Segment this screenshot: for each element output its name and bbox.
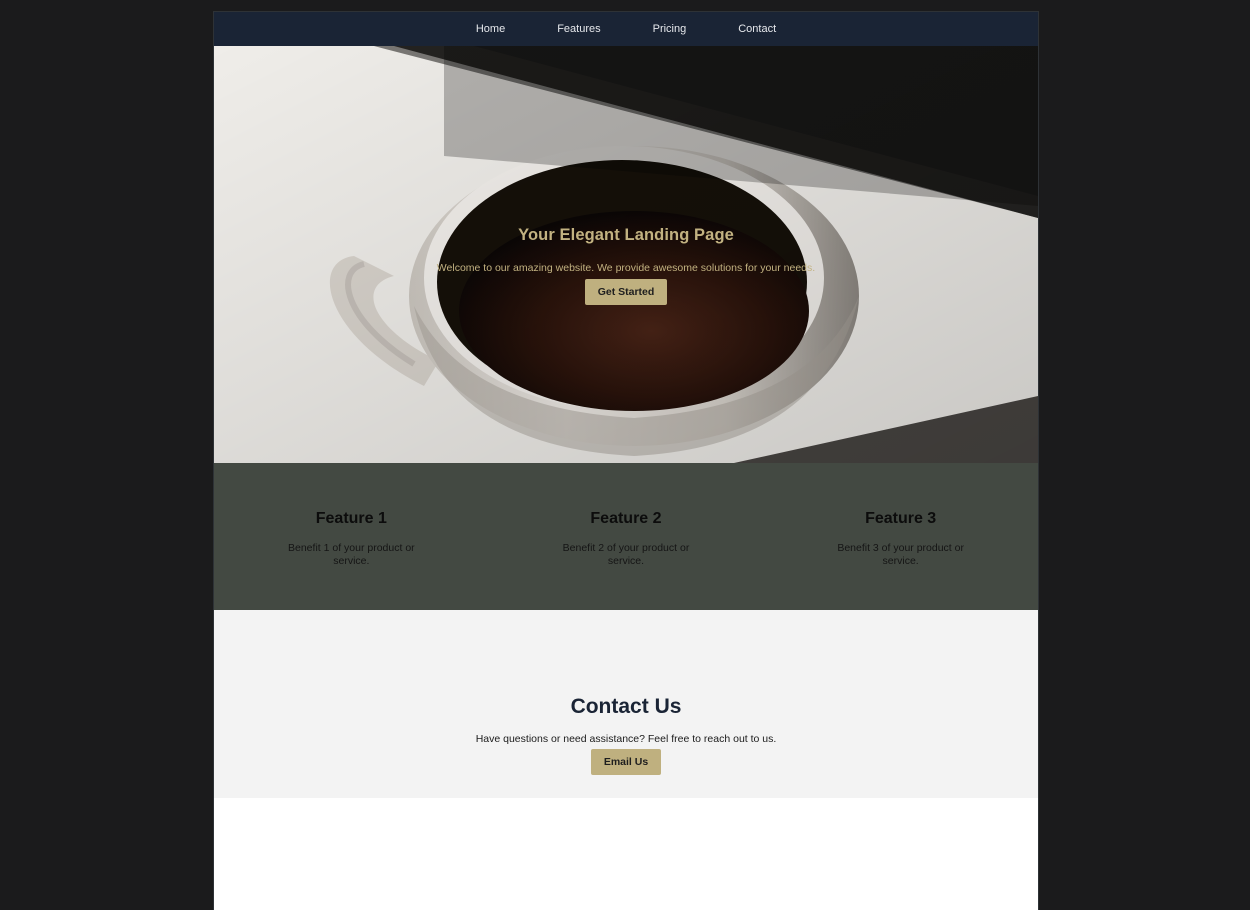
hero-title: Your Elegant Landing Page	[518, 226, 734, 244]
feature-text: Benefit 2 of your product or service.	[562, 542, 690, 567]
feature-title: Feature 1	[315, 510, 387, 527]
feature-card: Feature 1 Benefit 1 of your product or s…	[276, 463, 426, 610]
contact-title: Contact Us	[570, 695, 682, 718]
hero-section: Your Elegant Landing Page Welcome to our…	[214, 46, 1038, 463]
feature-title: Feature 3	[865, 510, 937, 527]
feature-text: Benefit 1 of your product or service.	[288, 542, 415, 567]
contact-text: Have questions or need assistance? Feel …	[475, 733, 777, 745]
feature-card: Feature 3 Benefit 3 of your product or s…	[826, 463, 976, 610]
feature-card: Feature 2 Benefit 2 of your product or s…	[551, 463, 701, 610]
feature-text: Benefit 3 of your product or service.	[837, 542, 964, 567]
features-section: Feature 1 Benefit 1 of your product or s…	[214, 463, 1038, 610]
hero-subtitle: Welcome to our amazing website. We provi…	[436, 262, 816, 274]
nav-home-link[interactable]: Home	[476, 23, 505, 35]
nav-features-link[interactable]: Features	[557, 23, 600, 35]
get-started-button[interactable]: Get Started	[584, 279, 668, 305]
nav-pricing-link[interactable]: Pricing	[653, 23, 687, 35]
email-us-button[interactable]: Email Us	[590, 749, 662, 775]
hero-content: Your Elegant Landing Page Welcome to our…	[214, 226, 1038, 305]
contact-section: Contact Us Have questions or need assist…	[214, 610, 1038, 798]
top-nav: Home Features Pricing Contact	[214, 12, 1038, 46]
page-frame: Home Features Pricing Contact Your Elega…	[213, 11, 1039, 910]
nav-contact-link[interactable]: Contact	[738, 23, 776, 35]
feature-title: Feature 2	[590, 510, 662, 527]
